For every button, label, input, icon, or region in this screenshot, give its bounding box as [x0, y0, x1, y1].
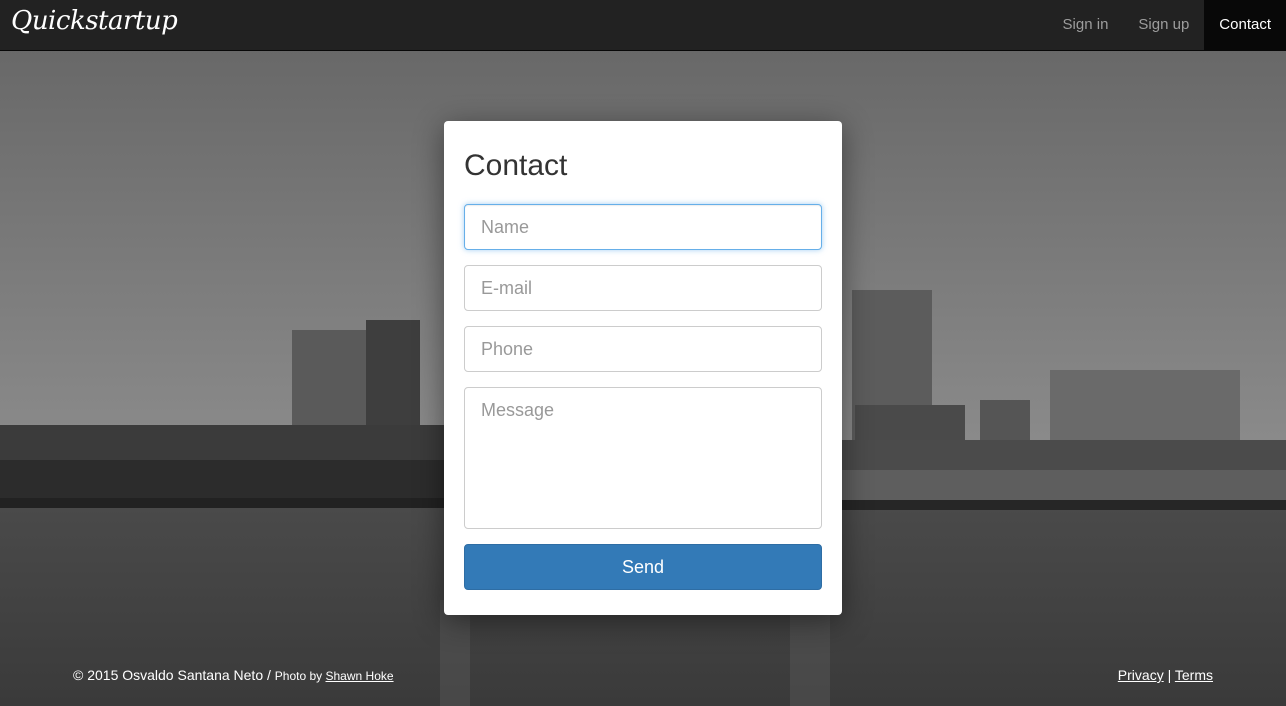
nav-sign-in[interactable]: Sign in: [1048, 0, 1124, 50]
photo-by-label: Photo by: [274, 669, 323, 683]
photographer-link[interactable]: Shawn Hoke: [326, 669, 394, 683]
email-input[interactable]: [464, 265, 822, 311]
brand-logo[interactable]: Quickstartup: [11, 6, 178, 36]
contact-panel: Contact Send: [444, 121, 842, 615]
message-textarea[interactable]: [464, 387, 822, 529]
nav-menu: Sign in Sign up Contact: [1048, 0, 1286, 50]
page-title: Contact: [464, 149, 568, 182]
photo-credit: Photo by Shawn Hoke: [275, 669, 394, 683]
footer-links: Privacy | Terms: [1118, 667, 1213, 683]
privacy-link[interactable]: Privacy: [1118, 667, 1164, 683]
footer-separator: |: [1167, 667, 1172, 683]
nav-sign-up[interactable]: Sign up: [1123, 0, 1204, 50]
nav-contact[interactable]: Contact: [1204, 0, 1286, 50]
footer-copyright: © 2015 Osvaldo Santana Neto / Photo by S…: [73, 667, 394, 683]
phone-input[interactable]: [464, 326, 822, 372]
terms-link[interactable]: Terms: [1175, 667, 1213, 683]
send-button[interactable]: Send: [464, 544, 822, 590]
copyright-text: © 2015 Osvaldo Santana Neto /: [73, 667, 271, 683]
top-navbar: Quickstartup Sign in Sign up Contact: [0, 0, 1286, 51]
name-input[interactable]: [464, 204, 822, 250]
